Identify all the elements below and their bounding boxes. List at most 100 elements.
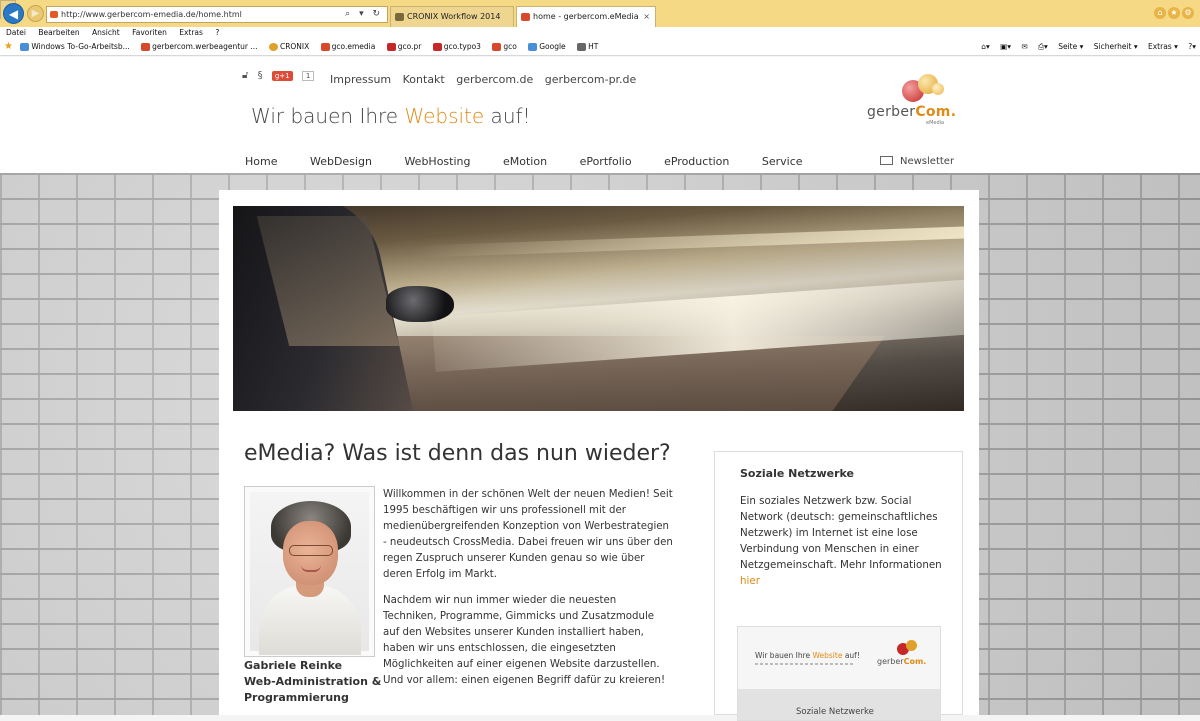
fav-item[interactable]: HT — [577, 39, 598, 55]
sidebox-text: Ein soziales Netzwerk bzw. Social Networ… — [740, 495, 942, 587]
mini-slogan: Wir bauen Ihre Website auf! — [755, 651, 860, 660]
browser-chrome: ◀ ▶ http://www.gerbercom-emedia.de/home.… — [0, 0, 1200, 57]
tab-home[interactable]: home - gerbercom.eMedia × — [516, 6, 656, 27]
fav-item[interactable]: Google — [528, 39, 566, 55]
help-icon[interactable]: ?▾ — [1188, 42, 1196, 51]
caption-name: Gabriele Reinke — [244, 659, 343, 672]
tab-label: home - gerbercom.eMedia — [533, 12, 639, 21]
sidebox-title: Soziale Netzwerke — [740, 467, 854, 480]
logo-wordmark: gerberCom. — [867, 104, 957, 120]
back-button[interactable]: ◀ — [3, 3, 24, 24]
command-sicherheit[interactable]: Sicherheit ▾ — [1094, 42, 1138, 51]
photo-caption: Gabriele Reinke Web-Administration & Pro… — [244, 658, 381, 706]
settings-gear-icon[interactable]: ⚙ — [1182, 7, 1194, 19]
arrow-right-icon: ▶ — [31, 8, 40, 19]
topnav-gerbercom[interactable]: gerbercom.de — [456, 73, 533, 86]
top-nav: Impressum Kontakt gerbercom.de gerbercom… — [330, 73, 644, 86]
social-networks-box: Soziale Netzwerke Ein soziales Netzwerk … — [714, 451, 963, 721]
nav-eportfolio[interactable]: ePortfolio — [580, 155, 632, 168]
site-icon — [577, 43, 587, 51]
gerbercom-favicon-icon — [521, 13, 530, 21]
tab-cronix[interactable]: CRONIX Workflow 2014 — [390, 6, 514, 27]
fav-item[interactable]: gco.pr — [386, 39, 421, 55]
logo-circle-yellow — [932, 83, 944, 95]
fav-item[interactable]: CRONIX — [268, 39, 309, 55]
forward-button[interactable]: ▶ — [27, 5, 44, 22]
site-slogan: Wir bauen Ihre Website auf! — [251, 104, 531, 128]
caption-role: Web-Administration & — [244, 675, 382, 688]
favorites-bar: ★ Windows To-Go-Arbeitsb... gerbercom.we… — [0, 39, 1200, 56]
browser-titlebar: ◀ ▶ http://www.gerbercom-emedia.de/home.… — [0, 0, 1200, 27]
address-text: http://www.gerbercom-emedia.de/home.html — [61, 10, 242, 19]
main-nav: Home WebDesign WebHosting eMotion ePortf… — [245, 155, 803, 168]
site-icon — [432, 43, 442, 51]
car-mirror — [386, 286, 454, 322]
site-icon — [386, 43, 396, 51]
command-bar: ⌂▾ ▣▾ ✉ ⎙▾ Seite ▾ Sicherheit ▾ Extras ▾… — [973, 39, 1196, 55]
menu-favoriten[interactable]: Favoriten — [132, 28, 167, 37]
home-icon[interactable]: ⌂ — [1154, 7, 1166, 19]
hero-image — [233, 206, 964, 411]
header-icons: 🔓︎ § g+1 1 — [242, 70, 320, 81]
gplus-count: 1 — [301, 71, 315, 81]
tab-label: CRONIX Workflow 2014 — [407, 12, 501, 21]
page-title: eMedia? Was ist denn das nun wieder? — [244, 441, 671, 466]
mini-logo: gerberCom. — [875, 639, 935, 679]
topnav-gerbercom-pr[interactable]: gerbercom-pr.de — [545, 73, 637, 86]
nav-emotion[interactable]: eMotion — [503, 155, 547, 168]
more-info-link[interactable]: hier — [740, 575, 760, 587]
newsletter-link[interactable]: Newsletter — [880, 155, 954, 167]
envelope-icon — [880, 156, 893, 165]
tab-close-icon[interactable]: × — [643, 7, 650, 26]
topnav-impressum[interactable]: Impressum — [330, 73, 391, 86]
arrow-left-icon: ◀ — [8, 6, 19, 21]
article-body: Willkommen in der schönen Welt der neuen… — [383, 487, 673, 699]
nav-webhosting[interactable]: WebHosting — [404, 155, 470, 168]
paragraph-icon[interactable]: § — [258, 70, 263, 81]
menu-datei[interactable]: Datei — [6, 28, 26, 37]
mini-title: Soziale Netzwerke — [796, 707, 874, 717]
menu-bearbeiten[interactable]: Bearbeiten — [38, 28, 79, 37]
topnav-kontakt[interactable]: Kontakt — [403, 73, 445, 86]
gplus-button[interactable]: g+1 — [271, 71, 293, 81]
site-preview-thumbnail[interactable]: Wir bauen Ihre Website auf! gerberCom. S… — [737, 626, 941, 721]
site-icon — [492, 43, 502, 51]
fav-item[interactable]: gco — [492, 39, 517, 55]
mail-icon[interactable]: ✉ — [1021, 42, 1027, 51]
site-icon — [141, 43, 151, 51]
print-icon[interactable]: ⎙▾ — [1038, 42, 1048, 51]
lock-icon[interactable]: 🔓︎ — [242, 70, 248, 81]
site-icon — [320, 43, 330, 51]
portrait-photo — [244, 486, 375, 657]
command-extras[interactable]: Extras ▾ — [1148, 42, 1178, 51]
favorites-star-icon[interactable]: ★ — [1168, 7, 1180, 19]
cronix-icon — [268, 43, 278, 51]
caption-role-2: Programmierung — [244, 691, 349, 704]
menu-extras[interactable]: Extras — [179, 28, 203, 37]
menu-help[interactable]: ? — [215, 28, 219, 37]
menu-ansicht[interactable]: Ansicht — [92, 28, 120, 37]
nav-home[interactable]: Home — [245, 155, 277, 168]
address-tools[interactable]: ⌕ ▾ ↻ — [345, 7, 383, 22]
nav-service[interactable]: Service — [762, 155, 803, 168]
gerbercom-logo[interactable]: gerberCom. eMedia — [864, 70, 957, 130]
fav-item[interactable]: gerbercom.werbeagentur ... — [141, 39, 258, 55]
favorites-star-icon[interactable]: ★ — [4, 39, 13, 55]
nav-webdesign[interactable]: WebDesign — [310, 155, 372, 168]
feeds-icon[interactable]: ▣▾ — [1000, 42, 1011, 51]
paragraph: Willkommen in der schönen Welt der neuen… — [383, 489, 673, 580]
cronix-favicon-icon — [395, 13, 404, 21]
fav-item[interactable]: gco.typo3 — [432, 39, 481, 55]
nav-eproduction[interactable]: eProduction — [664, 155, 729, 168]
paragraph: Nachdem wir nun immer wieder die neueste… — [383, 595, 666, 686]
fav-item[interactable]: Windows To-Go-Arbeitsb... — [20, 39, 130, 55]
command-seite[interactable]: Seite ▾ — [1058, 42, 1083, 51]
window-tools: ⌂ ★ ⚙ — [1152, 5, 1194, 19]
address-bar[interactable]: http://www.gerbercom-emedia.de/home.html… — [46, 6, 388, 23]
logo-subline: eMedia — [926, 120, 945, 126]
site-favicon-icon — [50, 11, 58, 18]
fav-item[interactable]: gco.emedia — [320, 39, 375, 55]
google-icon — [528, 43, 538, 51]
home-icon[interactable]: ⌂▾ — [981, 42, 990, 51]
windows-icon — [20, 43, 30, 51]
